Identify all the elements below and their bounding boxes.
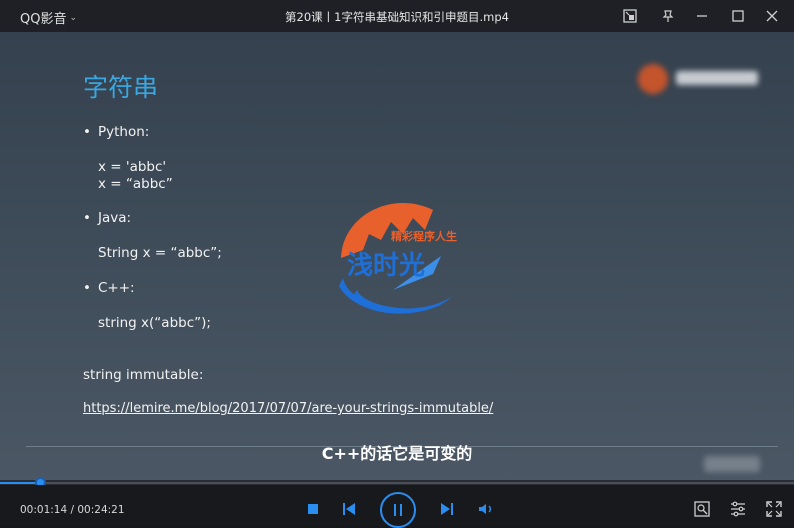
python-code-line-1: x = 'abbc' [98,159,167,175]
pause-button[interactable] [380,492,416,528]
pause-icon [394,504,402,516]
previous-icon [343,503,355,515]
close-icon [766,10,778,22]
control-bar: 00:01:14 / 00:24:21 [0,485,794,528]
volume-icon [479,504,491,514]
corner-watermark [704,456,760,472]
maximize-button[interactable] [728,6,748,26]
video-frame[interactable]: 字符串 Python: x = 'abbc' x = “abbc” Java: … [0,32,794,482]
screenshot-button[interactable] [692,499,712,519]
bullet-java-label: Java: [83,210,131,226]
stop-icon [308,504,318,514]
cpp-code-line-1: string x(“abbc”); [98,315,211,331]
watermark-brand: 浅时光 [347,251,425,281]
screenshot-icon [694,501,710,517]
python-code-line-2: x = “abbc” [98,176,173,192]
pin-on-top-button[interactable] [658,6,678,26]
mini-mode-button[interactable] [620,6,640,26]
pin-icon [662,10,674,22]
mini-mode-icon [623,9,637,23]
next-icon [441,503,453,515]
watermark-tagline: 精彩程序人生 [391,229,457,243]
subtitle-text: C++的话它是可变的 [321,444,473,463]
seek-track [0,482,794,484]
slide-logo [636,62,764,96]
bullet-python-label: Python: [83,124,149,140]
time-display: 00:01:14 / 00:24:21 [20,504,125,516]
close-button[interactable] [762,6,782,26]
minimize-button[interactable] [692,6,712,26]
stop-button[interactable] [306,502,320,516]
watermark-logo: 精彩程序人生 浅时光 [339,203,457,314]
bullet-cpp-label: C++: [83,280,134,296]
title-bar: QQ影音 ⌄ 第20课丨1字符串基础知识和引申题目.mp4 [0,0,794,32]
seek-fill [0,482,41,484]
previous-button[interactable] [340,501,358,517]
immutable-note: string immutable: [83,367,204,383]
maximize-icon [732,10,744,22]
java-code-line-1: String x = “abbc”; [98,245,222,261]
settings-sliders-icon [731,501,745,517]
fullscreen-button[interactable] [764,499,784,519]
fullscreen-icon [766,501,782,517]
reference-link: https://lemire.me/blog/2017/07/07/are-yo… [83,401,494,416]
settings-button[interactable] [728,499,748,519]
minimize-icon [697,15,707,17]
volume-button[interactable] [476,501,496,517]
next-button[interactable] [438,501,456,517]
slide-title: 字符串 [83,73,159,102]
